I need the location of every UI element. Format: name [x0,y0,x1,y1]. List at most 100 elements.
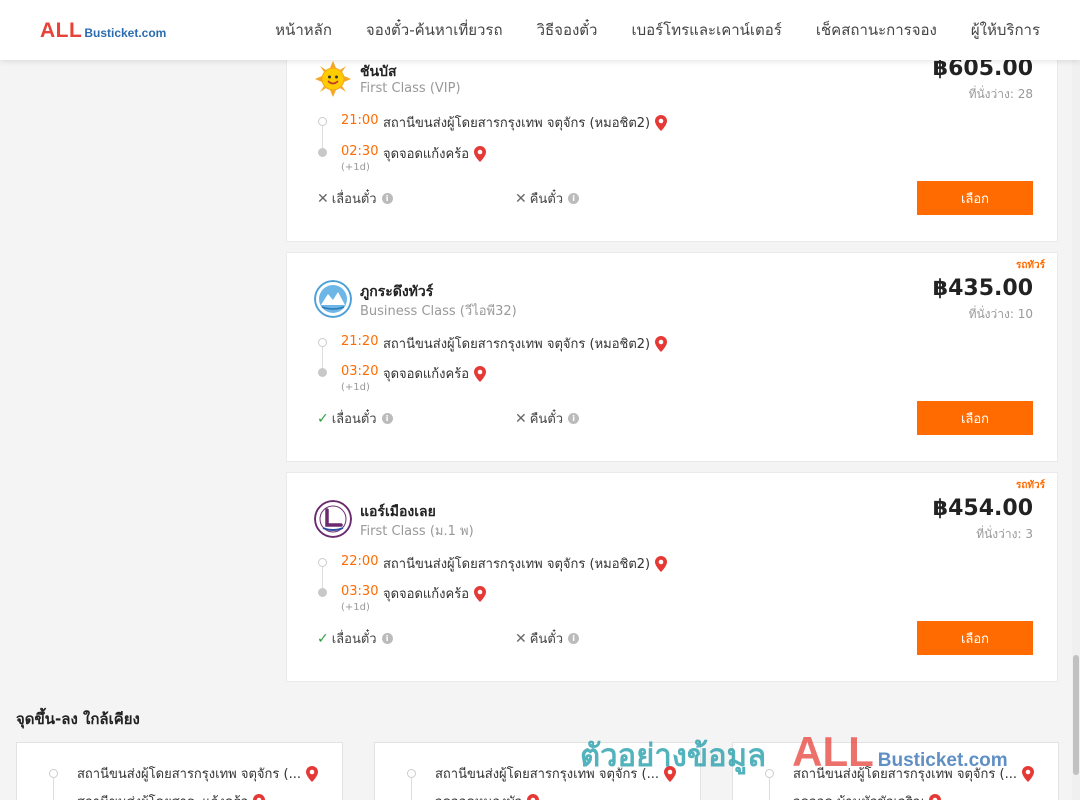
refund-ticket-label: คืนตั๋ว [529,632,564,647]
select-trip-button[interactable]: เลือก [917,181,1033,215]
map-pin-icon[interactable] [1021,765,1034,782]
cross-icon: ✕ [515,190,527,207]
info-icon[interactable]: i [381,633,393,644]
nearby-stops-title: จุดขึ้น-ลง ใกล้เคียง [16,710,140,728]
refund-ticket-option: ✕ คืนตั๋ว i [515,408,580,429]
depart-place[interactable]: สถานีขนส่งผู้โดยสารกรุงเทพ จตุจักร (หมอช… [383,112,668,133]
depart-dot [49,769,58,778]
nav-book-search[interactable]: จองตั๋ว-ค้นหาเที่ยวรถ [366,18,503,42]
nearby-from-label: สถานีขนส่งผู้โดยสารกรุงเทพ จตุจักร (... [793,767,1017,782]
next-day-label: (+1d) [341,162,370,173]
refund-ticket-option: ✕ คืนตั๋ว i [515,628,580,649]
nav-how-to-book[interactable]: วิธีจองตั๋ว [537,18,598,42]
nearby-from: สถานีขนส่งผู้โดยสารกรุงเทพ จตุจักร (... [435,763,676,784]
nearby-to: จุดจอด บ้านหัวขัวเจริญ [793,791,941,800]
operator-logo-sun-icon [315,61,351,97]
map-pin-icon[interactable] [474,145,487,162]
depart-dot [407,769,416,778]
map-pin-icon[interactable] [527,793,540,800]
seats-available: ที่นั่งว่าง: 10 [968,307,1033,321]
change-ticket-option: ✓ เลื่อนตั๋ว i [317,628,393,649]
map-pin-icon[interactable] [253,793,266,800]
depart-time: 21:20 [341,334,379,349]
trip-card: รถทัวร์ แอร์เมืองเลย First Class (ม.1 พ)… [286,472,1058,682]
operator-logo-mountain-icon [314,280,352,318]
next-day-label: (+1d) [341,382,370,393]
nearby-route-card[interactable]: สถานีขนส่งผู้โดยสารกรุงเทพ จตุจักร (... … [16,742,343,800]
info-icon[interactable]: i [381,193,393,204]
arrive-dot [318,588,327,597]
trip-price: ฿435.00 [932,276,1033,301]
arrive-dot [318,368,327,377]
arrive-place[interactable]: จุดจอดแก้งคร้อ [383,363,487,384]
depart-time: 22:00 [341,554,379,569]
depart-place-label: สถานีขนส่งผู้โดยสารกรุงเทพ จตุจักร (หมอช… [383,116,651,131]
arrive-place[interactable]: จุดจอดแก้งคร้อ [383,583,487,604]
arrive-time: 02:30 [341,144,379,159]
info-icon[interactable]: i [381,413,393,424]
nav-operators[interactable]: ผู้ให้บริการ [971,18,1040,42]
map-pin-icon[interactable] [655,335,668,352]
select-trip-button[interactable]: เลือก [917,621,1033,655]
depart-place[interactable]: สถานีขนส่งผู้โดยสารกรุงเทพ จตุจักร (หมอช… [383,333,668,354]
logo-domain: Busticket.com [84,26,167,40]
scrollbar-thumb[interactable] [1073,655,1079,775]
depart-dot [318,338,327,347]
seats-available: ที่นั่งว่าง: 3 [976,527,1033,541]
arrive-time: 03:20 [341,364,379,379]
page-scrollbar[interactable] [1072,60,1080,800]
next-day-label: (+1d) [341,602,370,613]
nearby-to: จุดจอดหนองบัว [435,791,540,800]
nearby-to: สถานีขนส่งผู้โดยสาร..แก้งคร้อ [77,791,266,800]
change-ticket-option: ✕ เลื่อนตั๋ว i [317,188,393,209]
tour-bus-tag: รถทัวร์ [1015,480,1045,491]
change-ticket-label: เลื่อนตั๋ว [331,412,377,427]
map-pin-icon[interactable] [928,793,941,800]
operator-name: ชันบัส [360,64,397,80]
nav-home[interactable]: หน้าหลัก [275,18,332,42]
map-pin-icon[interactable] [474,365,487,382]
map-pin-icon[interactable] [655,555,668,572]
nearby-to-label: สถานีขนส่งผู้โดยสาร..แก้งคร้อ [77,791,248,800]
info-icon[interactable]: i [568,633,580,644]
arrive-place-label: จุดจอดแก้งคร้อ [383,147,470,162]
main-nav: หน้าหลัก จองตั๋ว-ค้นหาเที่ยวรถ วิธีจองตั… [241,0,1040,60]
cross-icon: ✕ [515,410,527,427]
map-pin-icon[interactable] [663,765,676,782]
nearby-from: สถานีขนส่งผู้โดยสารกรุงเทพ จตุจักร (... [77,763,318,784]
nav-phone-counters[interactable]: เบอร์โทรและเคาน์เตอร์ [631,18,781,42]
arrive-place[interactable]: จุดจอดแก้งคร้อ [383,143,487,164]
nearby-from-label: สถานีขนส่งผู้โดยสารกรุงเทพ จตุจักร (... [435,767,659,782]
change-ticket-option: ✓ เลื่อนตั๋ว i [317,408,393,429]
refund-ticket-label: คืนตั๋ว [529,412,564,427]
map-pin-icon[interactable] [474,585,487,602]
depart-place-label: สถานีขนส่งผู้โดยสารกรุงเทพ จตุจักร (หมอช… [383,557,651,572]
nearby-from-label: สถานีขนส่งผู้โดยสารกรุงเทพ จตุจักร (... [77,767,301,782]
info-icon[interactable]: i [568,413,580,424]
refund-ticket-label: คืนตั๋ว [529,192,564,207]
nearby-to-label: จุดจอดหนองบัว [435,791,522,800]
nearby-to-label: จุดจอด บ้านหัวขัวเจริญ [793,791,924,800]
depart-dot [318,558,327,567]
cross-icon: ✕ [317,190,329,207]
map-pin-icon[interactable] [655,114,668,131]
nearby-route-card[interactable]: สถานีขนส่งผู้โดยสารกรุงเทพ จตุจักร (... … [732,742,1059,800]
change-ticket-label: เลื่อนตั๋ว [331,192,377,207]
nav-check-booking[interactable]: เช็คสถานะการจอง [816,18,937,42]
check-icon: ✓ [317,410,329,427]
map-pin-icon[interactable] [305,765,318,782]
select-trip-button[interactable]: เลือก [917,401,1033,435]
logo-all: ALL [40,19,83,42]
arrive-place-label: จุดจอดแก้งคร้อ [383,367,470,382]
depart-dot [765,769,774,778]
site-logo[interactable]: ALL Busticket.com [40,19,166,45]
trip-card: รถทัวร์ ภูกระดึงทัวร์ Business Class (วี… [286,252,1058,462]
depart-time: 21:00 [341,113,379,128]
arrive-dot [318,148,327,157]
cross-icon: ✕ [515,630,527,647]
nearby-route-card[interactable]: สถานีขนส่งผู้โดยสารกรุงเทพ จตุจักร (... … [374,742,701,800]
arrive-place-label: จุดจอดแก้งคร้อ [383,587,470,602]
arrive-time: 03:30 [341,584,379,599]
depart-place[interactable]: สถานีขนส่งผู้โดยสารกรุงเทพ จตุจักร (หมอช… [383,553,668,574]
info-icon[interactable]: i [568,193,580,204]
